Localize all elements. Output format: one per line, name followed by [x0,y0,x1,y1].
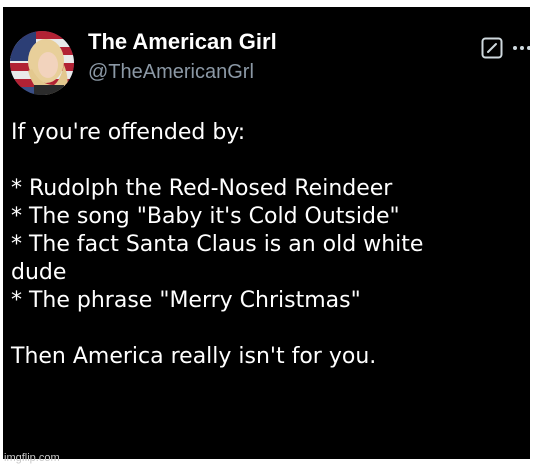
profile-photo-icon [10,31,74,95]
tweet-line: * The song "Baby it's Cold Outside" [11,204,400,229]
tweet-line [11,147,526,175]
tweet-line: * The fact Santa Claus is an old white [11,232,424,257]
tweet-line: * The phrase "Merry Christmas" [11,288,361,313]
tweet-line: Then America really isn't for you. [11,344,377,369]
avatar[interactable] [10,31,74,95]
tweet-card: The American Girl @TheAmericanGrl If you… [3,7,530,459]
more-options-icon[interactable] [511,37,530,57]
tweet-text: If you're offended by: * Rudolph the Red… [11,119,526,371]
tweet-line [11,315,526,343]
user-handle[interactable]: @TheAmericanGrl [88,61,254,84]
meme-frame: The American Girl @TheAmericanGrl If you… [0,0,533,468]
tweet-line: * Rudolph the Red-Nosed Reindeer [11,176,393,201]
tweet-line: dude [11,260,67,285]
imgflip-watermark: imgflip.com [4,452,60,464]
edit-icon[interactable] [481,37,503,59]
tweet-line: If you're offended by: [11,120,246,145]
display-name[interactable]: The American Girl [88,29,277,55]
